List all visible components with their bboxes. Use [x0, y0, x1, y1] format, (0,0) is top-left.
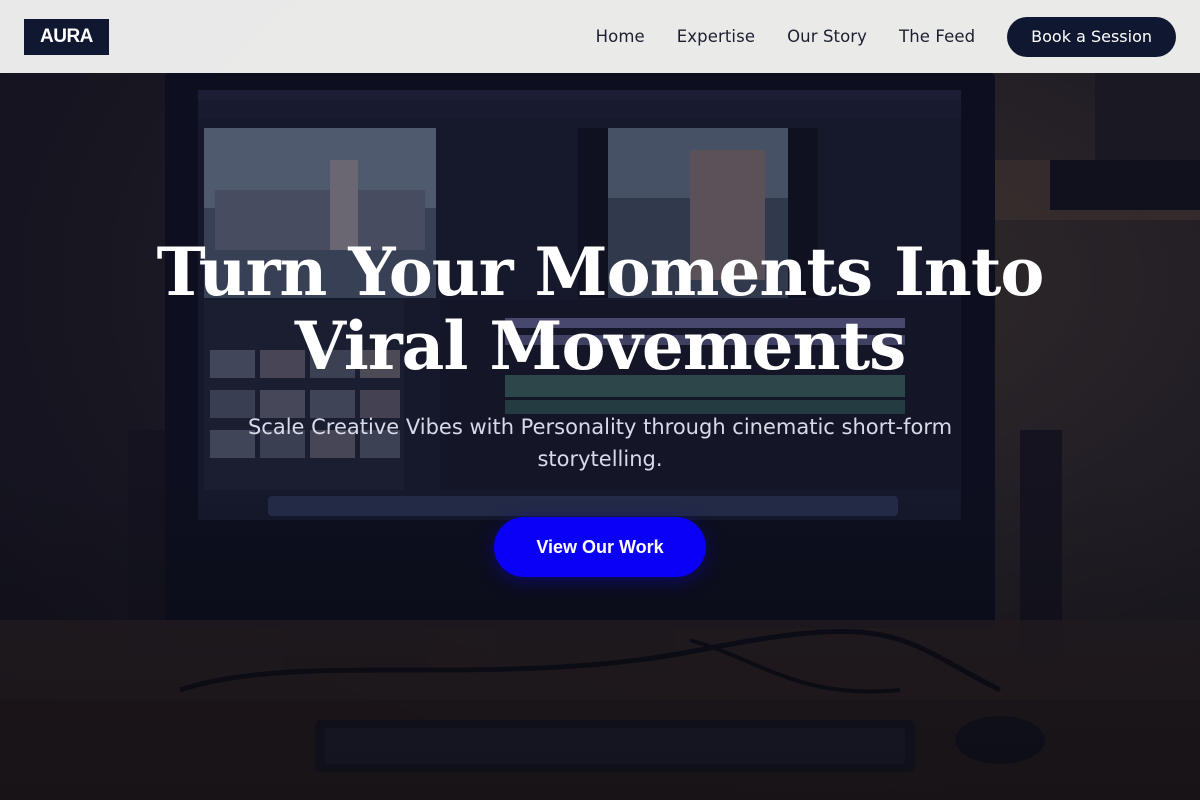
nav-link-the-feed[interactable]: The Feed [899, 27, 975, 46]
hero-section: Turn Your Moments Into Viral Movements S… [0, 235, 1200, 577]
brand-logo[interactable]: AURA [24, 18, 109, 55]
hero-title-line-1: Turn Your Moments Into [156, 233, 1045, 311]
book-session-button[interactable]: Book a Session [1007, 16, 1176, 57]
nav-link-our-story[interactable]: Our Story [787, 27, 867, 46]
view-our-work-button[interactable]: View Our Work [494, 517, 706, 577]
site-header: AURA Home Expertise Our Story The Feed B… [0, 0, 1200, 73]
hero-title: Turn Your Moments Into Viral Movements [0, 235, 1200, 383]
hero-title-line-2: Viral Movements [294, 307, 907, 385]
hero-subtitle: Scale Creative Vibes with Personality th… [247, 415, 953, 471]
main-nav: Home Expertise Our Story The Feed Book a… [596, 16, 1176, 57]
nav-link-expertise[interactable]: Expertise [677, 27, 755, 46]
nav-link-home[interactable]: Home [596, 27, 645, 46]
